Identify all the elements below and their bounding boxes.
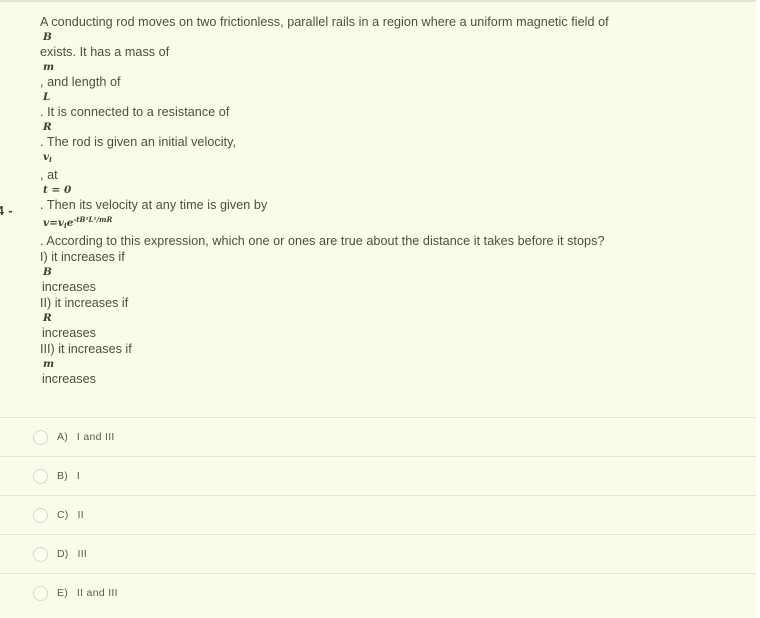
question-text-line-4: . It is connected to a resistance of — [40, 105, 230, 119]
option-d-letter: D) — [57, 548, 69, 560]
question-page: 4 - A conducting rod moves on two fricti… — [0, 0, 760, 618]
top-rule-divider — [0, 0, 760, 2]
radio-button-icon-e[interactable] — [33, 585, 48, 601]
option-b-letter: B) — [57, 470, 68, 482]
statement-2-tail: increases — [42, 326, 96, 340]
question-number: 4 - — [0, 204, 14, 218]
question-text-line-8: . According to this expression, which on… — [40, 234, 605, 248]
question-text-line-1: A conducting rod moves on two frictionle… — [40, 15, 609, 29]
option-row-d[interactable]: D) III — [0, 534, 760, 573]
math-symbol-B: B — [43, 31, 52, 43]
question-body: A conducting rod moves on two frictionle… — [40, 14, 740, 387]
question-text-line-2: exists. It has a mass of — [40, 45, 170, 59]
statement-1-tail: increases — [42, 280, 96, 294]
option-c-letter: C) — [57, 509, 69, 521]
option-e-text: II and III — [76, 587, 118, 599]
question-text-line-6: , at — [40, 168, 58, 182]
math-symbol-t0: t = 0 — [43, 184, 72, 196]
math-symbol-vi: vi — [43, 151, 52, 164]
right-margin-strip — [756, 0, 760, 618]
option-e-letter: E) — [57, 587, 68, 599]
statement-2-header: II) it increases if — [40, 296, 129, 310]
option-row-a[interactable]: A) I and III — [0, 417, 760, 456]
statement-3-header: III) it increases if — [40, 342, 132, 356]
statement-2-symbol: R — [43, 312, 52, 324]
option-b-text: I — [76, 470, 81, 482]
question-text-line-7: . Then its velocity at any time is given… — [40, 198, 268, 212]
answer-options-list: A) I and III B) I C) II D) III E) II and… — [0, 417, 760, 612]
question-text-line-5: . The rod is given an initial velocity, — [40, 135, 237, 149]
option-row-c[interactable]: C) II — [0, 495, 760, 534]
option-a-text: I and III — [76, 431, 115, 443]
statement-1-header: I) it increases if — [40, 250, 125, 264]
question-text-line-3: , and length of — [40, 75, 121, 89]
radio-button-icon-c[interactable] — [33, 507, 48, 523]
statement-3-symbol: m — [43, 358, 55, 370]
radio-button-icon-a[interactable] — [33, 429, 48, 445]
math-velocity-formula: v=vie-tB²L²/mR — [43, 215, 113, 230]
statement-3-tail: increases — [42, 372, 96, 386]
option-c-text: II — [77, 509, 84, 521]
radio-button-icon-d[interactable] — [33, 546, 48, 562]
option-row-b[interactable]: B) I — [0, 456, 760, 495]
option-d-text: III — [77, 548, 88, 560]
option-a-letter: A) — [57, 431, 68, 443]
statement-1-symbol: B — [43, 266, 52, 278]
radio-button-icon-b[interactable] — [33, 468, 48, 484]
option-row-e[interactable]: E) II and III — [0, 573, 760, 612]
math-symbol-L: L — [43, 91, 51, 103]
math-symbol-R: R — [43, 121, 52, 133]
math-symbol-m: m — [43, 61, 55, 73]
